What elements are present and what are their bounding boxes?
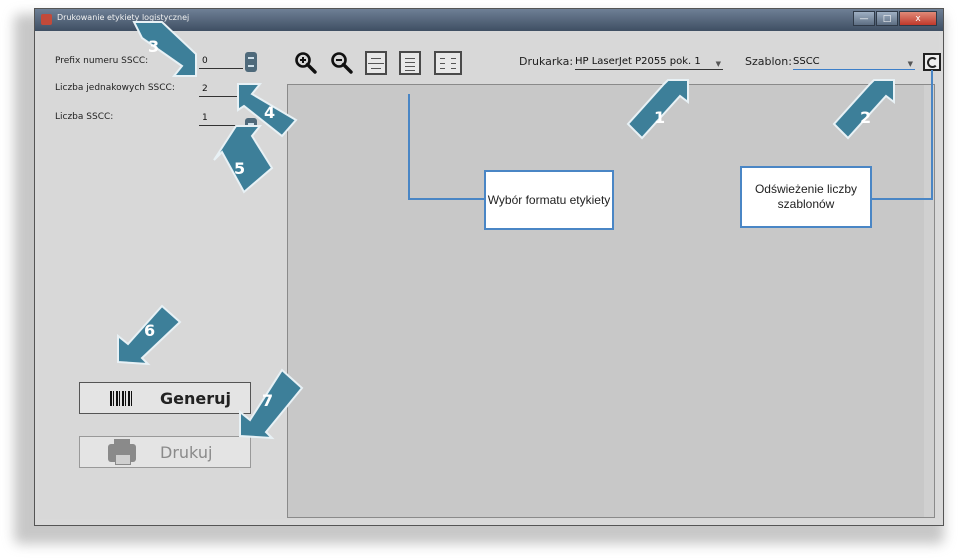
chevron-down-icon: ▼ <box>907 60 913 68</box>
format-callout: Wybór formatu etykiety <box>484 170 614 230</box>
callout-connector <box>931 70 933 200</box>
print-button-label: Drukuj <box>160 443 213 462</box>
marker-2-icon: 2 <box>832 79 895 140</box>
main-content: Prefix numeru SSCC: 0 Liczba jednakowych… <box>39 32 941 519</box>
marker-1-icon: 1 <box>626 79 689 140</box>
close-button[interactable]: x <box>899 11 937 26</box>
marker-6-icon: 6 <box>117 304 182 366</box>
marker-1-label: 1 <box>654 108 665 127</box>
callout-connector <box>408 94 410 200</box>
marker-6-label: 6 <box>144 321 155 340</box>
format-fit-width-icon[interactable] <box>365 51 387 75</box>
printer-select-value: HP LaserJet P2055 pok. 1 <box>575 56 701 67</box>
refresh-icon[interactable] <box>923 53 941 71</box>
marker-3-label: 3 <box>148 37 159 56</box>
printer-label: Drukarka: <box>519 55 574 68</box>
template-label: Szablon: <box>745 55 792 68</box>
marker-3-icon: 3 <box>132 21 197 77</box>
callout-connector <box>870 198 933 200</box>
marker-5-icon: 5 <box>213 125 274 194</box>
marker-7-icon: 7 <box>239 368 304 440</box>
generate-button-label: Generuj <box>160 389 231 408</box>
marker-5-label: 5 <box>234 159 245 178</box>
app-icon <box>41 14 52 25</box>
marker-7-label: 7 <box>262 391 273 410</box>
callout-connector <box>408 198 486 200</box>
generate-button[interactable]: Generuj <box>79 382 251 414</box>
marker-2-label: 2 <box>860 108 871 127</box>
template-select[interactable]: SSCC ▼ <box>793 54 915 70</box>
zoom-out-icon[interactable] <box>331 52 353 74</box>
marker-4-label: 4 <box>264 103 275 122</box>
minimize-button[interactable]: — <box>853 11 875 26</box>
maximize-button[interactable]: □ <box>876 11 898 26</box>
format-single-page-icon[interactable] <box>399 51 421 75</box>
print-button[interactable]: Drukuj <box>79 436 251 468</box>
format-two-pages-icon[interactable] <box>434 51 462 75</box>
refresh-callout: Odświeżenie liczby szablonów <box>740 166 872 228</box>
printer-select[interactable]: HP LaserJet P2055 pok. 1 ▼ <box>575 54 723 70</box>
printer-icon <box>108 439 136 465</box>
prefix-stepper[interactable] <box>245 52 257 72</box>
zoom-in-icon[interactable] <box>295 52 317 74</box>
template-select-value: SSCC <box>793 56 820 67</box>
sscc-count-label: Liczba SSCC: <box>55 112 114 122</box>
prefix-input[interactable]: 0 <box>199 55 243 69</box>
barcode-icon <box>110 391 132 406</box>
chevron-down-icon: ▼ <box>715 60 721 68</box>
